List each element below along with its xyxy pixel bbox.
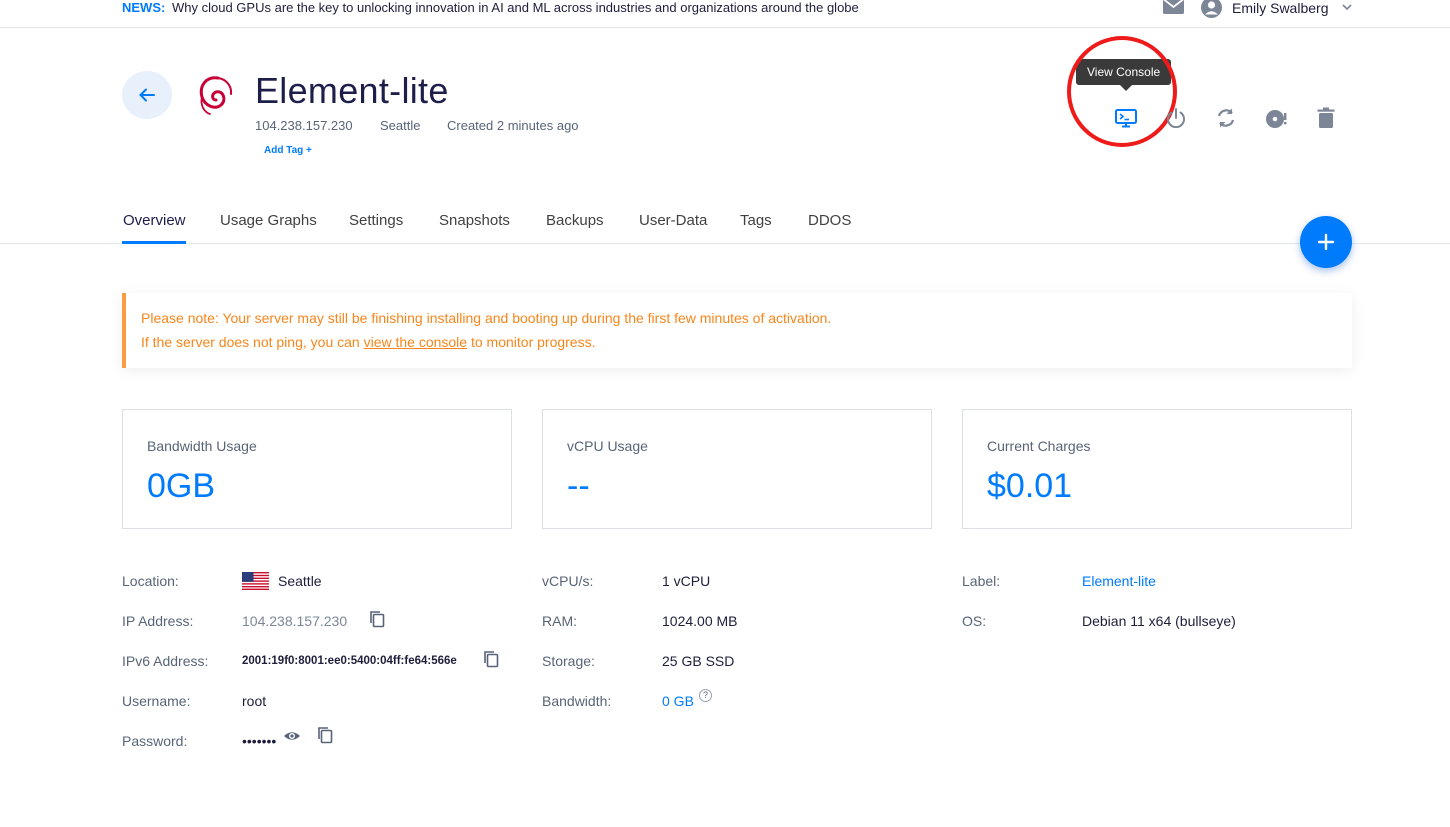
ram-label: RAM:: [542, 613, 577, 629]
tab-ddos[interactable]: DDOS: [808, 212, 851, 229]
label-value[interactable]: Element-lite: [1082, 573, 1156, 589]
arrow-left-icon: [139, 88, 155, 102]
ipv6-address-label: IPv6 Address:: [122, 653, 209, 669]
copy-icon[interactable]: [316, 726, 334, 744]
plus-icon: [1317, 233, 1335, 251]
bandwidth-usage-card: Bandwidth Usage 0GB: [122, 409, 512, 529]
power-icon[interactable]: [1164, 106, 1188, 130]
page-title: Element-lite: [255, 70, 449, 111]
card-label: vCPU Usage: [567, 438, 648, 454]
mail-icon[interactable]: [1163, 0, 1184, 14]
help-icon[interactable]: ?: [699, 689, 712, 702]
iso-disc-icon[interactable]: [1264, 106, 1288, 130]
card-value: --: [567, 467, 590, 505]
tab-usage-graphs[interactable]: Usage Graphs: [220, 212, 317, 229]
vcpu-label: vCPU/s:: [542, 573, 594, 589]
bandwidth-value[interactable]: 0 GB: [662, 693, 694, 709]
os-label: OS:: [962, 613, 987, 629]
card-value: 0GB: [147, 467, 216, 505]
card-label: Current Charges: [987, 438, 1091, 454]
tab-tags[interactable]: Tags: [740, 212, 772, 229]
us-flag-icon: [242, 572, 269, 590]
tab-user-data[interactable]: User-Data: [639, 212, 707, 229]
notice-text-after: to monitor progress.: [467, 334, 596, 350]
tab-backups[interactable]: Backups: [546, 212, 604, 229]
tab-overview[interactable]: Overview: [123, 212, 186, 229]
back-button[interactable]: [122, 71, 172, 119]
card-value: $0.01: [987, 467, 1073, 505]
tab-settings[interactable]: Settings: [349, 212, 403, 229]
ram-value: 1024.00 MB: [662, 613, 738, 629]
copy-icon[interactable]: [482, 650, 500, 668]
username-value: root: [242, 693, 267, 709]
username-label: Username:: [122, 693, 191, 709]
view-console-link[interactable]: view the console: [364, 334, 468, 350]
bandwidth-label: Bandwidth:: [542, 693, 612, 709]
copy-icon[interactable]: [368, 610, 386, 628]
user-avatar-icon[interactable]: [1201, 0, 1222, 18]
install-notice: Please note: Your server may still be fi…: [122, 293, 1352, 368]
tab-bar: Overview Usage Graphs Settings Snapshots…: [0, 208, 1450, 244]
card-label: Bandwidth Usage: [147, 438, 257, 454]
password-value: •••••••: [242, 733, 277, 749]
os-value: Debian 11 x64 (bullseye): [1082, 613, 1236, 629]
add-tag-button[interactable]: Add Tag +: [264, 145, 312, 156]
ipv6-address-value: 2001:19f0:8001:ee0:5400:04ff:fe64:566e: [242, 655, 457, 667]
user-name[interactable]: Emily Swalberg: [1232, 0, 1328, 16]
trash-icon[interactable]: [1314, 106, 1338, 130]
ip-address-label: IP Address:: [122, 613, 194, 629]
location-value: Seattle: [278, 573, 322, 589]
vcpu-usage-card: vCPU Usage --: [542, 409, 932, 529]
password-label: Password:: [122, 733, 188, 749]
add-button[interactable]: [1300, 216, 1352, 268]
storage-value: 25 GB SSD: [662, 653, 735, 669]
current-charges-card: Current Charges $0.01: [962, 409, 1352, 529]
location-label: Location:: [122, 573, 179, 589]
chevron-down-icon[interactable]: [1341, 1, 1353, 13]
notice-line-1: Please note: Your server may still be fi…: [141, 310, 832, 326]
news-link[interactable]: Why cloud GPUs are the key to unlocking …: [172, 0, 859, 15]
active-tab-indicator: [122, 241, 186, 244]
ip-address-value: 104.238.157.230: [242, 613, 348, 629]
server-location: Seattle: [380, 118, 421, 133]
notice-line-2: If the server does not ping, you can vie…: [141, 334, 595, 350]
restart-icon[interactable]: [1214, 106, 1238, 130]
console-icon[interactable]: [1114, 106, 1138, 130]
debian-logo-icon: [199, 76, 233, 115]
highlight-ring: [1067, 36, 1177, 147]
vcpu-value: 1 vCPU: [662, 573, 711, 589]
server-created: Created 2 minutes ago: [447, 118, 579, 133]
server-ip: 104.238.157.230: [255, 118, 353, 133]
eye-icon[interactable]: [283, 727, 301, 745]
storage-label: Storage:: [542, 653, 595, 669]
notice-text-before: If the server does not ping, you can: [141, 334, 364, 350]
news-label: NEWS:: [122, 0, 166, 15]
view-console-tooltip: View Console: [1076, 59, 1172, 91]
label-label: Label:: [962, 573, 1001, 589]
tab-snapshots[interactable]: Snapshots: [439, 212, 510, 229]
news-bar: NEWS: Why cloud GPUs are the key to unlo…: [0, 0, 1450, 28]
